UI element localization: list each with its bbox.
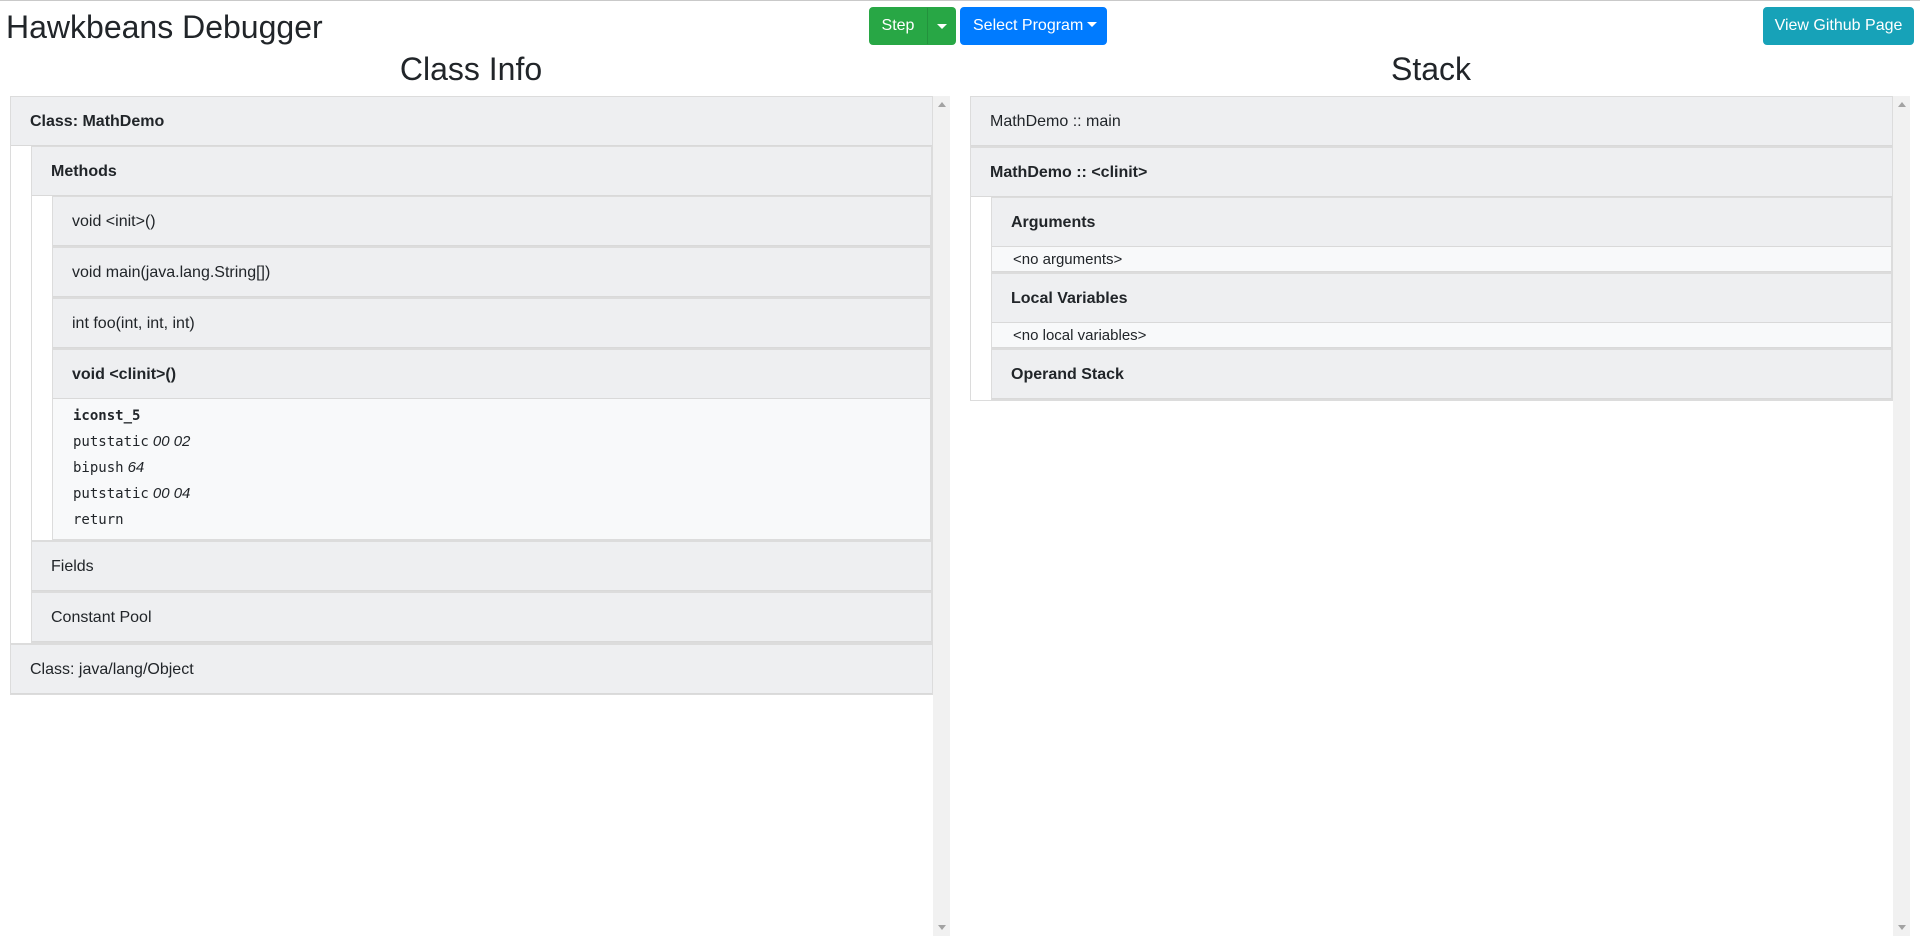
class-body: Methods void <init>() void main(java.lan… (11, 146, 932, 643)
constant-pool-card: Constant Pool (31, 592, 932, 643)
fields-header[interactable]: Fields (32, 542, 931, 591)
step-dropdown-toggle[interactable] (927, 7, 956, 45)
arguments-header[interactable]: Arguments (992, 198, 1891, 247)
bytecode-op: bipush (73, 460, 124, 476)
method-card: int foo(int, int, int) (52, 298, 931, 349)
bytecode-arg: 00 04 (152, 485, 191, 502)
frame-header[interactable]: MathDemo :: main (971, 97, 1892, 146)
scroll-down-icon[interactable] (1898, 925, 1906, 930)
app-title: Hawkbeans Debugger (6, 9, 323, 45)
step-button[interactable]: Step (869, 7, 927, 45)
class-info-heading: Class Info (399, 51, 543, 87)
methods-header[interactable]: Methods (32, 147, 931, 196)
scroll-down-icon[interactable] (938, 925, 946, 930)
stack-heading: Stack (1390, 51, 1472, 87)
frame-header[interactable]: MathDemo :: <clinit> (971, 148, 1892, 197)
frame-body: Arguments <no arguments> Local Variables… (971, 197, 1892, 400)
method-header[interactable]: void main(java.lang.String[]) (53, 248, 930, 297)
step-button-group: Step (869, 7, 956, 45)
bytecode-arg: 64 (127, 459, 145, 476)
method-card-active: void <clinit>() iconst_5 putstatic 00 02 … (52, 349, 931, 540)
select-program-label: Select Program (973, 17, 1084, 34)
frame-card: MathDemo :: main (970, 96, 1893, 147)
methods-body: void <init>() void main(java.lang.String… (32, 196, 931, 540)
method-header[interactable]: void <init>() (53, 197, 930, 246)
scroll-up-icon[interactable] (938, 102, 946, 107)
locals-card: Local Variables <no local variables> (991, 273, 1892, 349)
stack-scrollbar[interactable] (1893, 96, 1910, 936)
stack-panel: MathDemo :: main MathDemo :: <clinit> Ar… (970, 96, 1893, 936)
operand-stack-card: Operand Stack (991, 349, 1892, 400)
methods-card: Methods void <init>() void main(java.lan… (31, 146, 932, 541)
operand-stack-header[interactable]: Operand Stack (992, 350, 1891, 399)
method-header[interactable]: void <clinit>() (53, 350, 930, 399)
class-header[interactable]: Class: MathDemo (11, 97, 932, 146)
bytecode-op: return (73, 512, 124, 528)
locals-header[interactable]: Local Variables (992, 274, 1891, 323)
class-info-panel: Class: MathDemo Methods void <init>() vo… (10, 96, 933, 936)
bytecode-arg: 00 02 (152, 433, 191, 450)
caret-down-icon (936, 24, 947, 29)
class-header[interactable]: Class: java/lang/Object (11, 645, 932, 694)
class-info-scrollbar[interactable] (933, 96, 950, 936)
arguments-empty: <no arguments> (992, 247, 1891, 272)
method-card: void main(java.lang.String[]) (52, 247, 931, 298)
arguments-card: Arguments <no arguments> (991, 197, 1892, 273)
class-card: Class: java/lang/Object (10, 644, 933, 695)
bytecode-op: putstatic (73, 434, 149, 450)
bytecode-listing: iconst_5 putstatic 00 02 bipush 64 putstat… (53, 399, 930, 539)
method-header[interactable]: int foo(int, int, int) (53, 299, 930, 348)
bytecode-line: bipush 64 (73, 455, 910, 481)
select-program-button[interactable]: Select Program (960, 7, 1107, 45)
caret-down-icon (1087, 22, 1098, 27)
bytecode-line: putstatic 00 02 (73, 429, 910, 455)
constant-pool-header[interactable]: Constant Pool (32, 593, 931, 642)
class-card: Class: MathDemo Methods void <init>() vo… (10, 96, 933, 644)
bytecode-line: putstatic 00 04 (73, 481, 910, 507)
scroll-up-icon[interactable] (1898, 102, 1906, 107)
frame-card-active: MathDemo :: <clinit> Arguments <no argum… (970, 147, 1893, 401)
top-border (0, 0, 1920, 1)
locals-empty: <no local variables> (992, 323, 1891, 348)
view-github-button[interactable]: View Github Page (1763, 7, 1914, 45)
method-card: void <init>() (52, 196, 931, 247)
fields-card: Fields (31, 541, 932, 592)
bytecode-op: putstatic (73, 486, 149, 502)
bytecode-line: iconst_5 (73, 403, 910, 429)
bytecode-line: return (73, 507, 910, 533)
bytecode-op-current: iconst_5 (73, 408, 141, 424)
